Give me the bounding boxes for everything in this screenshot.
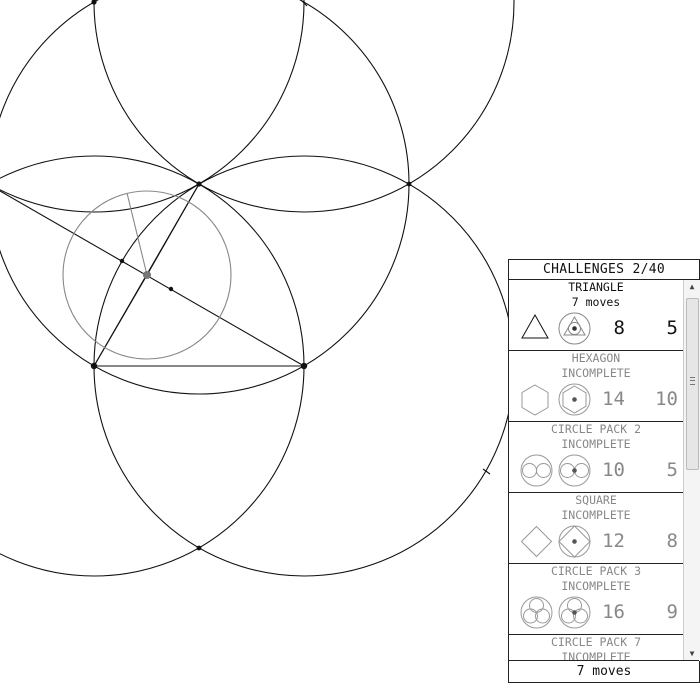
construction-line — [146, 183, 200, 276]
moves-elementary: 10 — [655, 388, 678, 410]
hexagon-in-circle-icon — [558, 383, 591, 416]
challenges-panel: CHALLENGES 2/40 TRIANGLE 7 moves 8 5 HEX… — [508, 259, 700, 683]
construction-circle — [0, 0, 305, 213]
moves-limit: 14 — [602, 388, 625, 410]
moves-limit: 10 — [602, 459, 625, 481]
circle-pack-2-icon — [520, 454, 553, 487]
square-in-circle-icon — [558, 525, 591, 558]
intersection-point[interactable] — [196, 181, 202, 187]
challenge-name: TRIANGLE — [568, 280, 624, 294]
challenge-item-circle-pack-2[interactable]: CIRCLE PACK 2 INCOMPLETE 10 5 — [509, 422, 683, 493]
construction-line — [93, 274, 148, 367]
challenge-item-square[interactable]: SQUARE INCOMPLETE 12 8 — [509, 493, 683, 564]
intersection-point[interactable] — [119, 258, 125, 264]
challenge-status: INCOMPLETE — [561, 366, 631, 380]
moves-limit: 8 — [613, 317, 625, 339]
construction-circle — [93, 0, 515, 213]
challenge-status: 7 moves — [571, 295, 621, 309]
square-icon — [520, 525, 553, 558]
scroll-up-icon[interactable]: ▲ — [684, 280, 700, 294]
challenge-name: CIRCLE PACK 7 — [550, 635, 641, 649]
challenge-item-circle-pack-3[interactable]: CIRCLE PACK 3 INCOMPLETE 16 9 — [509, 564, 683, 635]
construction-circle — [0, 0, 410, 395]
construction-line — [0, 190, 305, 367]
moves-limit: 12 — [602, 530, 625, 552]
hexagon-icon — [521, 384, 549, 416]
triangle-icon — [521, 313, 549, 339]
challenge-item-circle-pack-7[interactable]: CIRCLE PACK 7 INCOMPLETE — [509, 635, 683, 661]
circle-pack-3-icon — [520, 596, 553, 629]
center-point[interactable] — [143, 271, 151, 279]
moves-elementary: 5 — [666, 459, 678, 481]
challenge-name: CIRCLE PACK 2 — [550, 422, 641, 436]
challenge-item-triangle[interactable]: TRIANGLE 7 moves 8 5 — [509, 280, 683, 351]
challenge-status: INCOMPLETE — [561, 508, 631, 522]
challenge-item-hexagon[interactable]: HEXAGON INCOMPLETE 14 10 — [509, 351, 683, 422]
intersection-point[interactable] — [196, 545, 202, 551]
intersection-point[interactable] — [168, 286, 174, 292]
intersection-point[interactable] — [300, 362, 308, 370]
challenge-name: CIRCLE PACK 3 — [550, 564, 641, 578]
challenge-name: HEXAGON — [571, 351, 621, 365]
intersection-point[interactable] — [91, 0, 97, 5]
radius-line — [126, 192, 148, 276]
grip-icon — [690, 377, 695, 385]
moves-limit: 16 — [602, 601, 625, 623]
circle-pack-2-center-icon — [558, 454, 591, 487]
scroll-thumb[interactable] — [686, 298, 699, 470]
moves-elementary: 5 — [666, 317, 678, 339]
challenge-status: INCOMPLETE — [561, 579, 631, 593]
challenge-status: INCOMPLETE — [561, 437, 631, 451]
intersection-point[interactable] — [406, 181, 412, 187]
move-counter: 7 moves — [509, 660, 699, 682]
circle-pack-3-center-icon — [558, 596, 591, 629]
challenge-list[interactable]: TRIANGLE 7 moves 8 5 HEXAGON INCOMPLETE — [509, 280, 683, 661]
moves-elementary: 9 — [666, 601, 678, 623]
challenge-name: SQUARE — [575, 493, 617, 507]
moves-elementary: 8 — [666, 530, 678, 552]
scroll-down-icon[interactable]: ▼ — [684, 647, 700, 661]
scrollbar[interactable]: ▲ ▼ — [683, 280, 700, 661]
triangle-in-circle-icon — [558, 312, 591, 345]
intersection-point[interactable] — [90, 362, 98, 370]
panel-title: CHALLENGES 2/40 — [509, 260, 699, 280]
